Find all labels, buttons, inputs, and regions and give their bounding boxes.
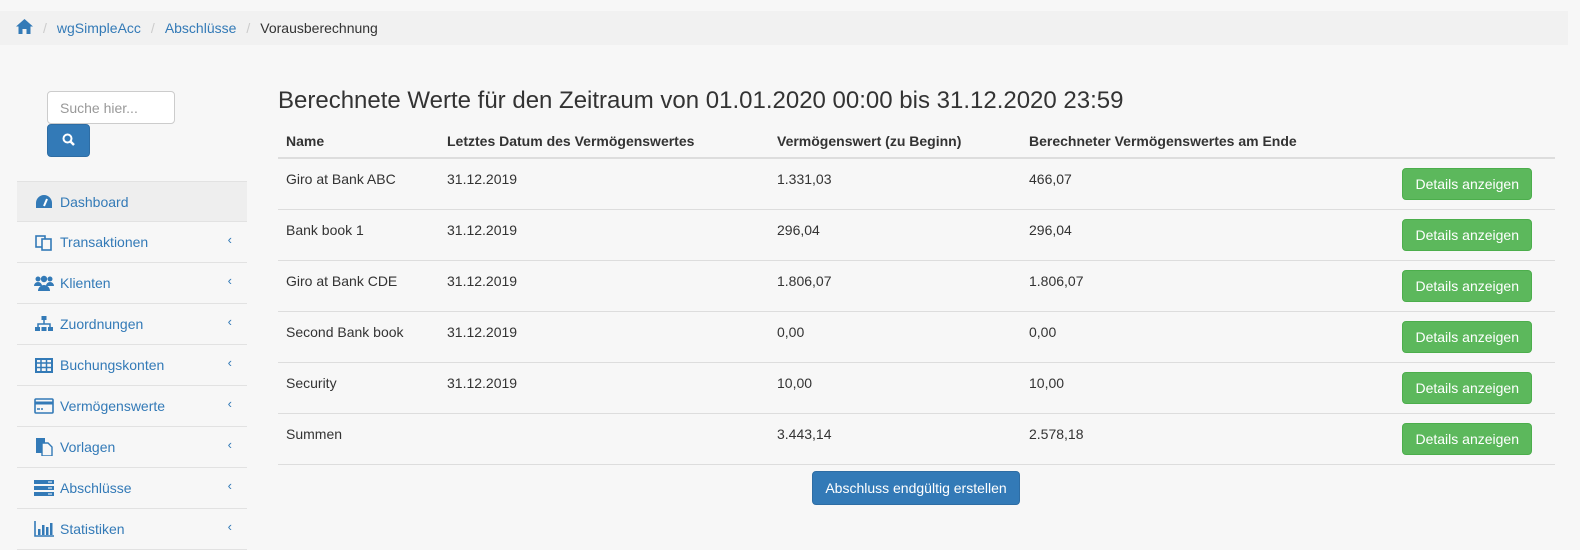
sidebar-item-klienten[interactable]: Klienten ‹ bbox=[17, 263, 247, 304]
table-row: Summen 3.443,14 2.578,18 Details anzeige… bbox=[278, 413, 1555, 465]
cell-end-value: 2.578,18 bbox=[1021, 413, 1369, 465]
sidebar-menu: Dashboard Transaktionen ‹ Klienten ‹ Zuordnun… bbox=[17, 181, 247, 550]
col-end-value: Berechneter Vermögenswertes am Ende bbox=[1021, 124, 1369, 159]
server-icon bbox=[34, 479, 54, 497]
credit-card-icon bbox=[34, 397, 54, 415]
details-button[interactable]: Details anzeigen bbox=[1402, 320, 1532, 353]
dashboard-icon bbox=[34, 193, 54, 211]
sidebar-item-label: Vermögenswerte bbox=[60, 398, 166, 414]
search-button[interactable] bbox=[47, 124, 90, 157]
page-title: Berechnete Werte für den Zeitraum von 01… bbox=[278, 87, 1124, 114]
details-button[interactable]: Details anzeigen bbox=[1402, 422, 1532, 455]
create-closing-button[interactable]: Abschluss endgültig erstellen bbox=[812, 471, 1020, 505]
home-icon[interactable] bbox=[16, 19, 33, 37]
sidebar-item-label: Dashboard bbox=[60, 193, 129, 210]
breadcrumb: / wgSimpleAcc / Abschlüsse / Vorausberec… bbox=[0, 11, 1568, 45]
sitemap-icon bbox=[34, 315, 54, 333]
sidebar-item-statistiken[interactable]: Statistiken ‹ bbox=[17, 509, 247, 550]
cell-start-value: 10,00 bbox=[769, 362, 1021, 414]
details-button[interactable]: Details anzeigen bbox=[1402, 371, 1532, 404]
breadcrumb-abschluesse[interactable]: Abschlüsse bbox=[165, 20, 237, 36]
col-start-value: Vermögenswert (zu Beginn) bbox=[769, 124, 1021, 159]
breadcrumb-current: Vorausberechnung bbox=[260, 20, 378, 36]
chevron-left-icon: ‹ bbox=[227, 437, 232, 452]
chevron-left-icon: ‹ bbox=[227, 396, 232, 411]
sidebar-item-label: Klienten bbox=[60, 275, 111, 291]
sidebar-item-label: Transaktionen bbox=[60, 234, 149, 250]
file-icon bbox=[34, 438, 54, 456]
breadcrumb-wgsimpleacc[interactable]: wgSimpleAcc bbox=[57, 20, 141, 36]
search-icon bbox=[62, 133, 75, 149]
cell-end-value: 1.806,07 bbox=[1021, 260, 1369, 312]
sidebar-item-vermgenswerte[interactable]: Vermögenswerte ‹ bbox=[17, 386, 247, 427]
cell-start-value: 296,04 bbox=[769, 209, 1021, 261]
sidebar-item-label: Zuordnungen bbox=[60, 316, 144, 332]
cell-name: Security bbox=[278, 362, 439, 414]
cell-last-date bbox=[439, 413, 769, 465]
cell-start-value: 0,00 bbox=[769, 311, 1021, 363]
details-button[interactable]: Details anzeigen bbox=[1402, 218, 1532, 251]
sidebar-item-label: Abschlüsse bbox=[60, 480, 132, 496]
col-last-date: Letztes Datum des Vermögenswertes bbox=[439, 124, 769, 159]
cell-last-date: 31.12.2019 bbox=[439, 362, 769, 414]
table-row: Second Bank book 31.12.2019 0,00 0,00 De… bbox=[278, 311, 1555, 363]
col-name: Name bbox=[278, 124, 439, 159]
table-row: Giro at Bank ABC 31.12.2019 1.331,03 466… bbox=[278, 158, 1555, 210]
cell-end-value: 10,00 bbox=[1021, 362, 1369, 414]
chevron-left-icon: ‹ bbox=[227, 478, 232, 493]
chevron-left-icon: ‹ bbox=[227, 314, 232, 329]
chevron-left-icon: ‹ bbox=[227, 232, 232, 247]
cell-last-date: 31.12.2019 bbox=[439, 311, 769, 363]
sidebar-item-label: Buchungskonten bbox=[60, 357, 165, 373]
details-button[interactable]: Details anzeigen bbox=[1402, 269, 1532, 302]
cell-end-value: 296,04 bbox=[1021, 209, 1369, 261]
cell-name: Giro at Bank CDE bbox=[278, 260, 439, 312]
table-icon bbox=[34, 356, 54, 374]
details-button[interactable]: Details anzeigen bbox=[1402, 168, 1532, 200]
sidebar-item-transaktionen[interactable]: Transaktionen ‹ bbox=[17, 222, 247, 263]
table-row: Giro at Bank CDE 31.12.2019 1.806,07 1.8… bbox=[278, 260, 1555, 312]
cell-start-value: 1.806,07 bbox=[769, 260, 1021, 312]
cell-name: Summen bbox=[278, 413, 439, 465]
cell-end-value: 466,07 bbox=[1021, 158, 1369, 210]
cell-name: Bank book 1 bbox=[278, 209, 439, 261]
results-table: Name Letztes Datum des Vermögenswertes V… bbox=[278, 124, 1555, 465]
bar-chart-icon bbox=[34, 520, 54, 538]
cell-last-date: 31.12.2019 bbox=[439, 158, 769, 210]
cell-last-date: 31.12.2019 bbox=[439, 260, 769, 312]
search-input[interactable] bbox=[47, 91, 175, 124]
sidebar-item-label: Vorlagen bbox=[60, 439, 116, 455]
cell-end-value: 0,00 bbox=[1021, 311, 1369, 363]
cell-name: Giro at Bank ABC bbox=[278, 158, 439, 210]
sidebar-item-abschlsse[interactable]: Abschlüsse ‹ bbox=[17, 468, 247, 509]
sidebar-item-label: Statistiken bbox=[60, 521, 125, 537]
chevron-left-icon: ‹ bbox=[227, 355, 232, 370]
cell-last-date: 31.12.2019 bbox=[439, 209, 769, 261]
copy-icon bbox=[34, 233, 54, 251]
sidebar-item-dashboard[interactable]: Dashboard bbox=[17, 181, 247, 222]
cell-name: Second Bank book bbox=[278, 311, 439, 363]
sidebar-item-zuordnungen[interactable]: Zuordnungen ‹ bbox=[17, 304, 247, 345]
users-icon bbox=[34, 274, 54, 292]
cell-start-value: 1.331,03 bbox=[769, 158, 1021, 210]
chevron-left-icon: ‹ bbox=[227, 519, 232, 534]
sidebar-item-vorlagen[interactable]: Vorlagen ‹ bbox=[17, 427, 247, 468]
table-row: Security 31.12.2019 10,00 10,00 Details … bbox=[278, 362, 1555, 414]
cell-start-value: 3.443,14 bbox=[769, 413, 1021, 465]
sidebar-item-buchungskonten[interactable]: Buchungskonten ‹ bbox=[17, 345, 247, 386]
table-row: Bank book 1 31.12.2019 296,04 296,04 Det… bbox=[278, 209, 1555, 261]
chevron-left-icon: ‹ bbox=[227, 273, 232, 288]
